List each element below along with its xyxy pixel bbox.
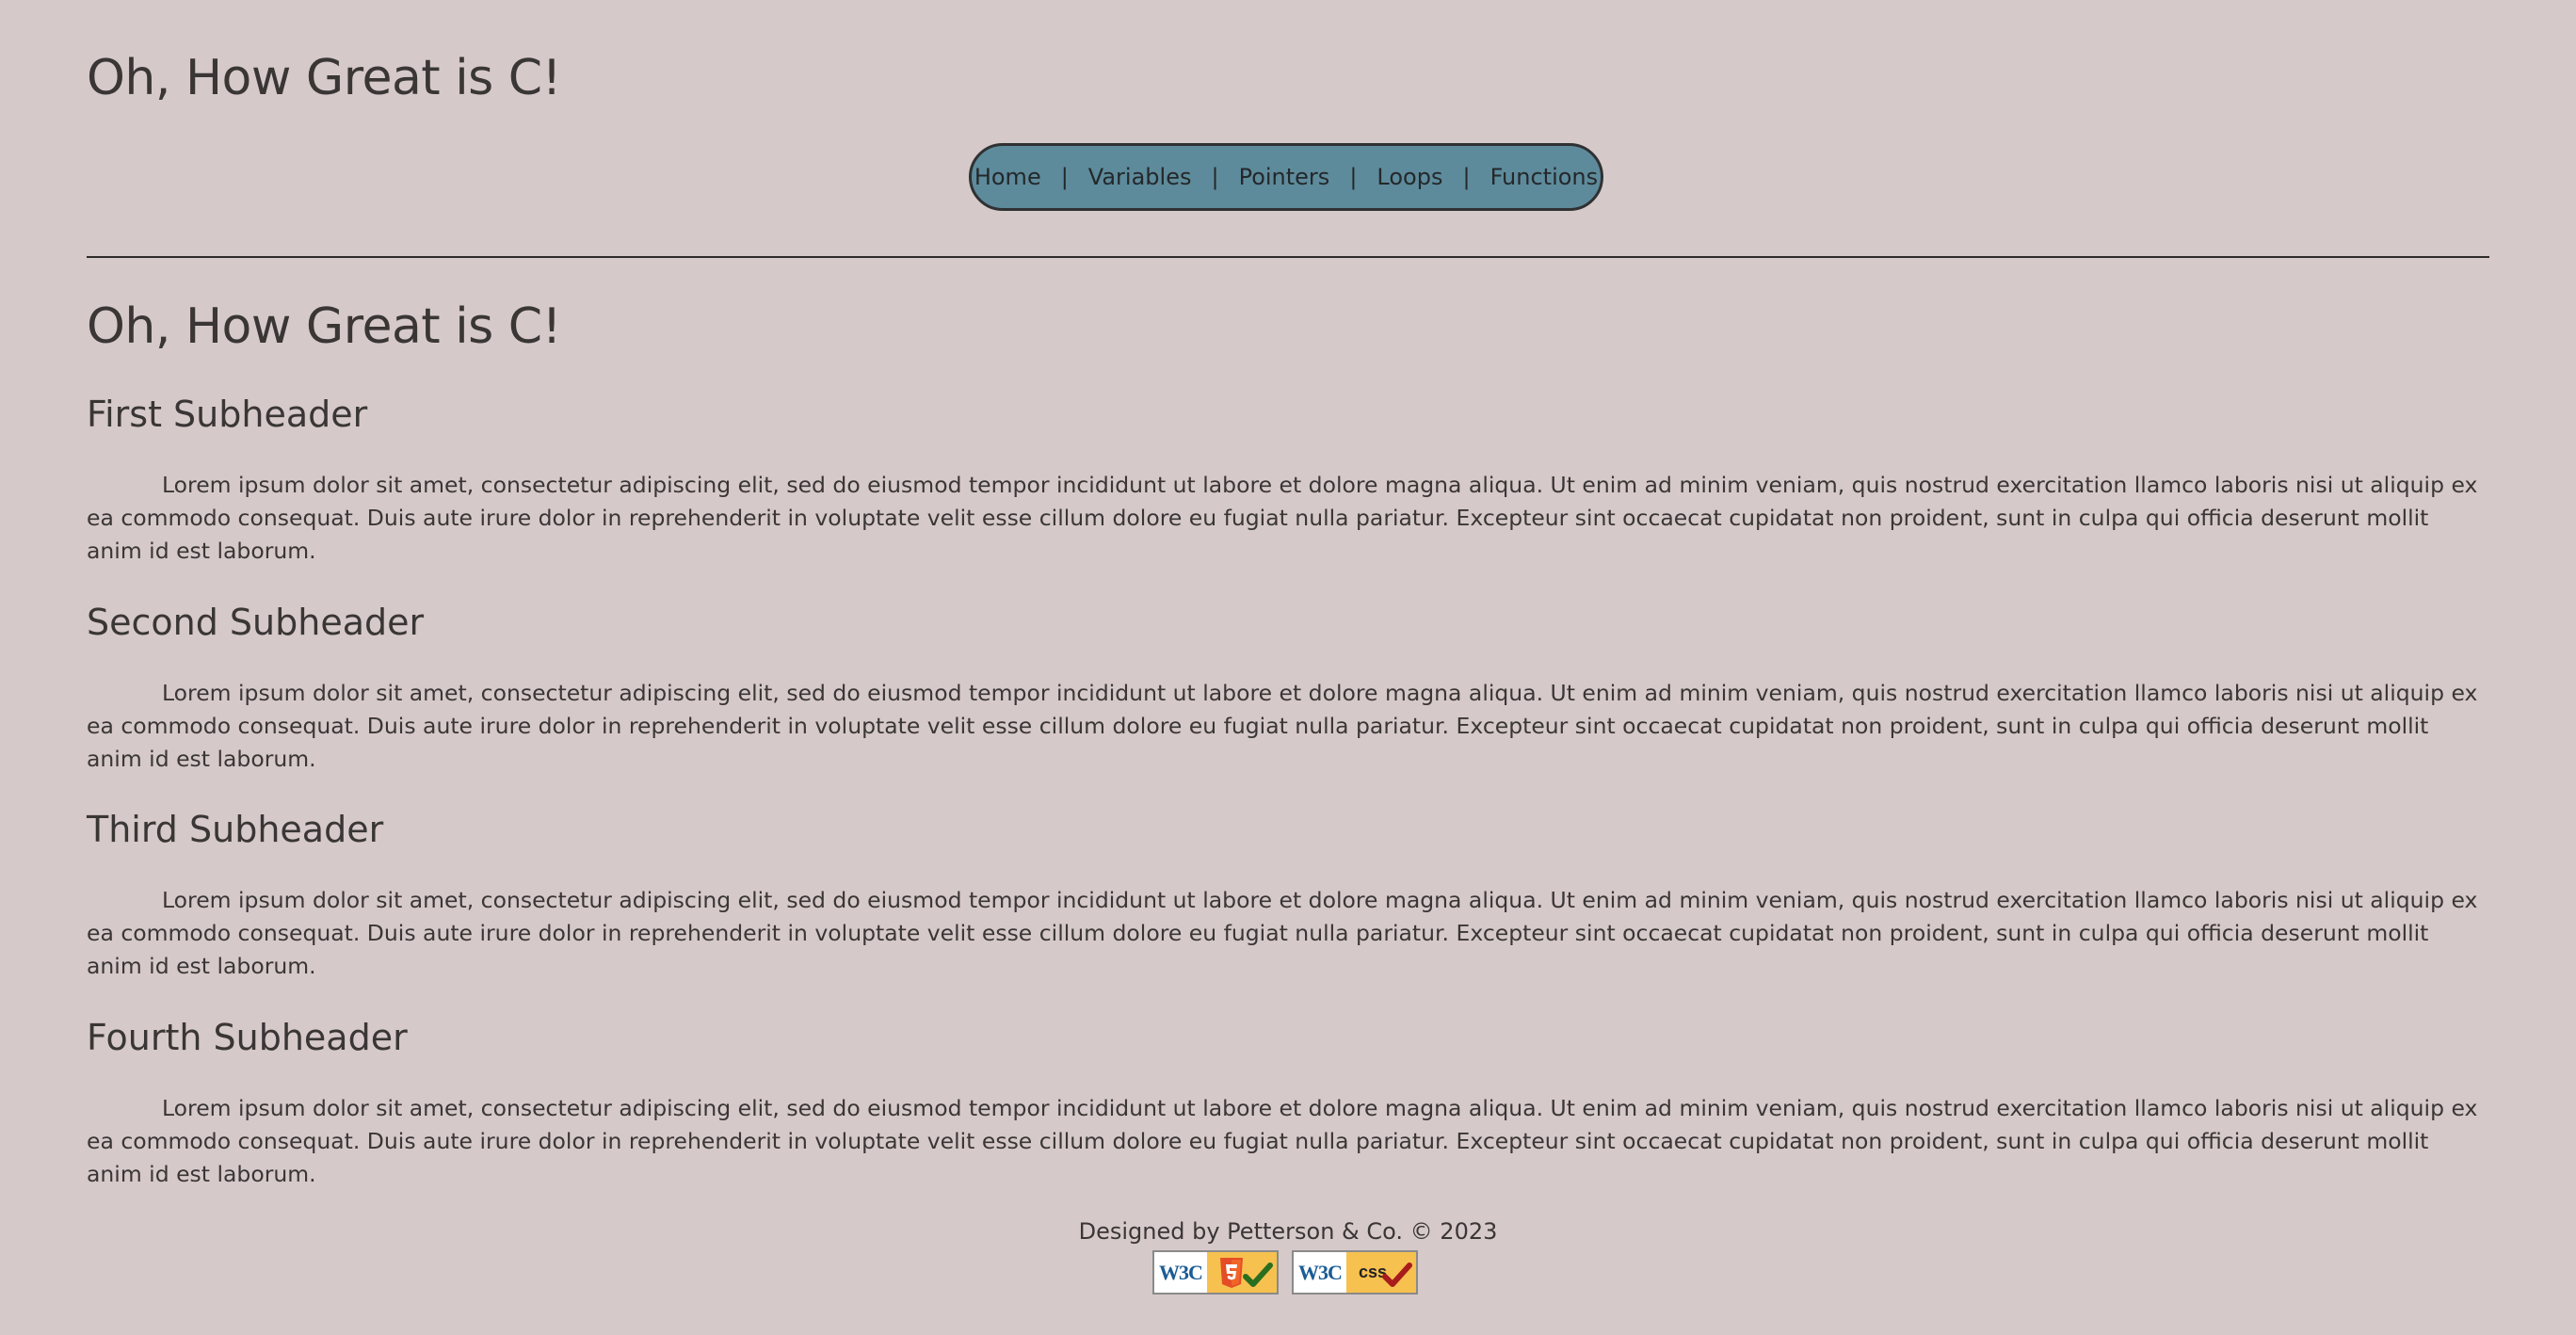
section-title-third: Third Subheader xyxy=(87,809,384,850)
nav-separator: | xyxy=(1462,164,1471,190)
checkmark-red-icon xyxy=(1382,1263,1412,1287)
checkmark-green-icon xyxy=(1243,1263,1273,1287)
main-content: Oh, How Great is C! First Subheader Lore… xyxy=(87,294,2489,1187)
nav-link-pointers[interactable]: Pointers xyxy=(1238,164,1331,190)
nav-link-home[interactable]: Home xyxy=(974,164,1042,190)
section-body-fourth: Lorem ipsum dolor sit amet, consectetur … xyxy=(87,1095,2478,1187)
section-body-second: Lorem ipsum dolor sit amet, consectetur … xyxy=(87,680,2478,772)
html5-shield-icon xyxy=(1220,1257,1243,1288)
section-title-fourth: Fourth Subheader xyxy=(87,1017,408,1058)
header-divider xyxy=(87,256,2489,258)
main-nav: Home | Variables | Pointers | Loops | Fu… xyxy=(969,143,1603,211)
nav-link-variables[interactable]: Variables xyxy=(1087,164,1193,190)
css-valid-badge[interactable]: W3C css xyxy=(1292,1250,1418,1295)
page: Oh, How Great is C! Home | Variables | P… xyxy=(0,0,2576,1335)
validator-badges: W3C W3C css xyxy=(1152,1250,1418,1295)
section-body-first: Lorem ipsum dolor sit amet, consectetur … xyxy=(87,472,2478,564)
section-title-second: Second Subheader xyxy=(87,602,425,643)
nav-separator: | xyxy=(1060,164,1069,190)
nav-separator: | xyxy=(1349,164,1358,190)
css-logo-area: css xyxy=(1346,1252,1416,1293)
footer: Designed by Petterson & Co. © 2023 xyxy=(0,1214,2576,1248)
html5-logo-area xyxy=(1207,1252,1277,1293)
section-body-third: Lorem ipsum dolor sit amet, consectetur … xyxy=(87,887,2478,979)
page-heading: Oh, How Great is C! xyxy=(87,298,561,355)
section-title-first: First Subheader xyxy=(87,394,368,435)
w3c-logo: W3C xyxy=(1294,1252,1346,1293)
nav-separator: | xyxy=(1211,164,1219,190)
w3c-logo: W3C xyxy=(1154,1252,1207,1293)
footer-credit: Designed by Petterson & Co. © 2023 xyxy=(1078,1218,1498,1245)
nav-link-functions[interactable]: Functions xyxy=(1489,164,1600,190)
html5-valid-badge[interactable]: W3C xyxy=(1152,1250,1279,1295)
site-title: Oh, How Great is C! xyxy=(87,50,561,106)
nav-link-loops[interactable]: Loops xyxy=(1376,164,1443,190)
